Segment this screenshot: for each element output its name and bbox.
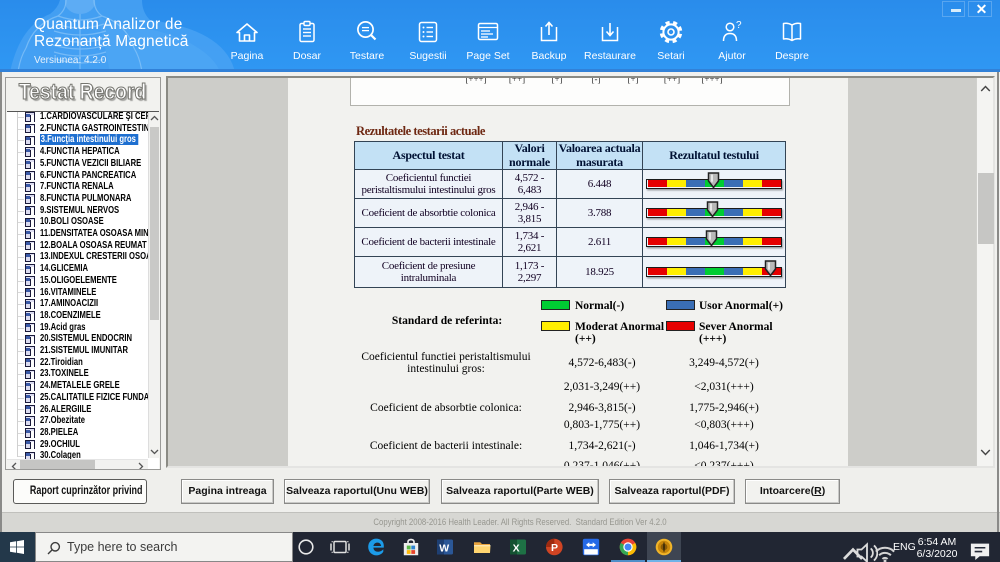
svg-text:?: ? (736, 20, 742, 31)
svg-text:W: W (439, 543, 449, 555)
svg-text:P: P (551, 542, 558, 554)
svg-text:X: X (513, 543, 520, 555)
